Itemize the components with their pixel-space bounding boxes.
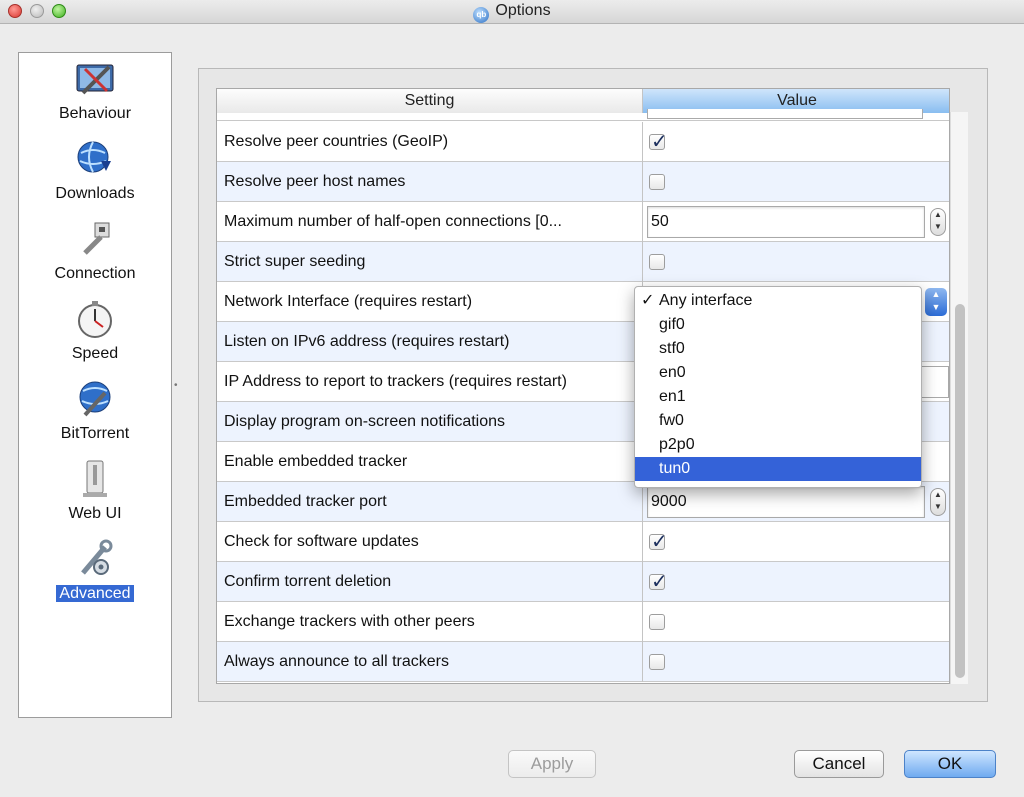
sidebar-item-bittorrent[interactable]: BitTorrent <box>19 373 171 451</box>
apply-button[interactable]: Apply <box>508 750 596 778</box>
speed-stopwatch-icon <box>78 301 112 338</box>
sidebar-item-connection[interactable]: Connection <box>19 213 171 291</box>
announce-all-trackers-checkbox[interactable] <box>649 654 665 670</box>
checkmark-icon: ✓ <box>651 531 668 553</box>
network-interface-dropdown: ✓ Any interface gif0 stf0 en0 en1 fw0 p2p… <box>634 286 922 488</box>
sidebar-label-behaviour: Behaviour <box>58 105 132 122</box>
sidebar-label-webui: Web UI <box>68 505 122 522</box>
sidebar-label-bittorrent: BitTorrent <box>60 425 130 442</box>
advanced-tools-icon <box>81 539 113 575</box>
setting-label: Resolve peer countries (GeoIP) <box>217 122 643 162</box>
webui-tower-icon <box>83 460 107 497</box>
behaviour-icon <box>76 64 114 95</box>
title-bar: qb Options <box>0 0 1024 24</box>
sidebar-item-behaviour[interactable]: Behaviour <box>19 53 171 131</box>
setting-label: Listen on IPv6 address (requires restart… <box>217 322 643 362</box>
setting-label: Always announce to all trackers <box>217 642 643 682</box>
sidebar-label-connection: Connection <box>54 265 136 282</box>
table-row[interactable]: Confirm torrent deletion ✓ <box>217 562 949 602</box>
half-open-connections-stepper[interactable]: ▲ ▼ <box>930 208 946 236</box>
sidebar-label-downloads: Downloads <box>55 185 135 202</box>
connection-plug-icon <box>83 222 110 255</box>
dropdown-option[interactable]: fw0 <box>635 409 921 433</box>
checkmark-icon: ✓ <box>641 292 655 309</box>
setting-label: Strict super seeding <box>217 242 643 282</box>
dropdown-option[interactable]: en0 <box>635 361 921 385</box>
scrollbar-thumb[interactable] <box>955 304 965 678</box>
sidebar-label-speed: Speed <box>71 345 119 362</box>
tracker-port-stepper[interactable]: ▲ ▼ <box>930 488 946 516</box>
setting-label: Display program on-screen notifications <box>217 402 643 442</box>
table-row[interactable]: Check for software updates ✓ <box>217 522 949 562</box>
exchange-trackers-checkbox[interactable] <box>649 614 665 630</box>
ok-button[interactable]: OK <box>904 750 996 778</box>
setting-label: Embedded tracker port <box>217 482 643 522</box>
resolve-hostnames-checkbox[interactable] <box>649 174 665 190</box>
window-title: Options <box>495 2 551 19</box>
confirm-deletion-checkbox[interactable]: ✓ <box>649 571 668 593</box>
table-row[interactable]: Resolve peer host names <box>217 162 949 202</box>
setting-label: Check for software updates <box>217 522 643 562</box>
half-open-connections-input[interactable]: 50 <box>647 206 925 238</box>
table-row[interactable]: Maximum number of half-open connections … <box>217 202 949 242</box>
setting-label: Exchange trackers with other peers <box>217 602 643 642</box>
setting-label: Maximum number of half-open connections … <box>217 202 643 242</box>
sidebar-item-speed[interactable]: Speed <box>19 293 171 371</box>
checkmark-icon: ✓ <box>651 571 668 593</box>
dropdown-option[interactable]: gif0 <box>635 313 921 337</box>
check-updates-checkbox[interactable]: ✓ <box>649 531 668 553</box>
setting-label: Network Interface (requires restart) <box>217 282 643 322</box>
setting-label: IP Address to report to trackers (requir… <box>217 362 643 402</box>
setting-label: Enable embedded tracker <box>217 442 643 482</box>
dropdown-option[interactable]: ✓ Any interface <box>635 289 921 313</box>
qbittorrent-logo-icon: qb <box>473 7 490 23</box>
column-header-setting[interactable]: Setting <box>217 89 643 113</box>
dropdown-option[interactable]: p2p0 <box>635 433 921 457</box>
window-title-wrap: qb Options <box>0 2 1024 23</box>
sidebar-label-advanced: Advanced <box>56 585 134 602</box>
dropdown-option-highlighted[interactable]: tun0 <box>635 457 921 481</box>
table-row[interactable]: Resolve peer countries (GeoIP) ✓ <box>217 122 949 162</box>
cancel-button[interactable]: Cancel <box>794 750 884 778</box>
options-sidebar: Behaviour Downloads Connection Speed Bit… <box>18 52 172 718</box>
sidebar-item-advanced[interactable]: Advanced <box>19 533 171 611</box>
table-row[interactable]: Embedded tracker port 9000 ▲ ▼ <box>217 482 949 522</box>
checkmark-icon: ✓ <box>651 131 668 153</box>
table-row[interactable]: Exchange trackers with other peers <box>217 602 949 642</box>
sidebar-item-downloads[interactable]: Downloads <box>19 133 171 211</box>
dropdown-option[interactable]: stf0 <box>635 337 921 361</box>
dropdown-option[interactable]: en1 <box>635 385 921 409</box>
table-scrollbar[interactable] <box>950 112 968 684</box>
sidebar-item-webui[interactable]: Web UI <box>19 453 171 531</box>
bittorrent-globe-icon <box>79 381 111 417</box>
setting-label: Resolve peer host names <box>217 162 643 202</box>
table-row[interactable]: Always announce to all trackers <box>217 642 949 682</box>
strict-super-seeding-checkbox[interactable] <box>649 254 665 270</box>
setting-label: Confirm torrent deletion <box>217 562 643 602</box>
network-interface-combo-button[interactable]: ▲ ▼ <box>925 288 947 316</box>
table-row[interactable]: Strict super seeding <box>217 242 949 282</box>
splitter-handle[interactable]: • <box>174 380 178 391</box>
tracker-port-input[interactable]: 9000 <box>647 486 925 518</box>
resolve-countries-checkbox[interactable]: ✓ <box>649 131 668 153</box>
table-row-partial <box>217 109 949 121</box>
downloads-globe-icon <box>77 141 111 173</box>
